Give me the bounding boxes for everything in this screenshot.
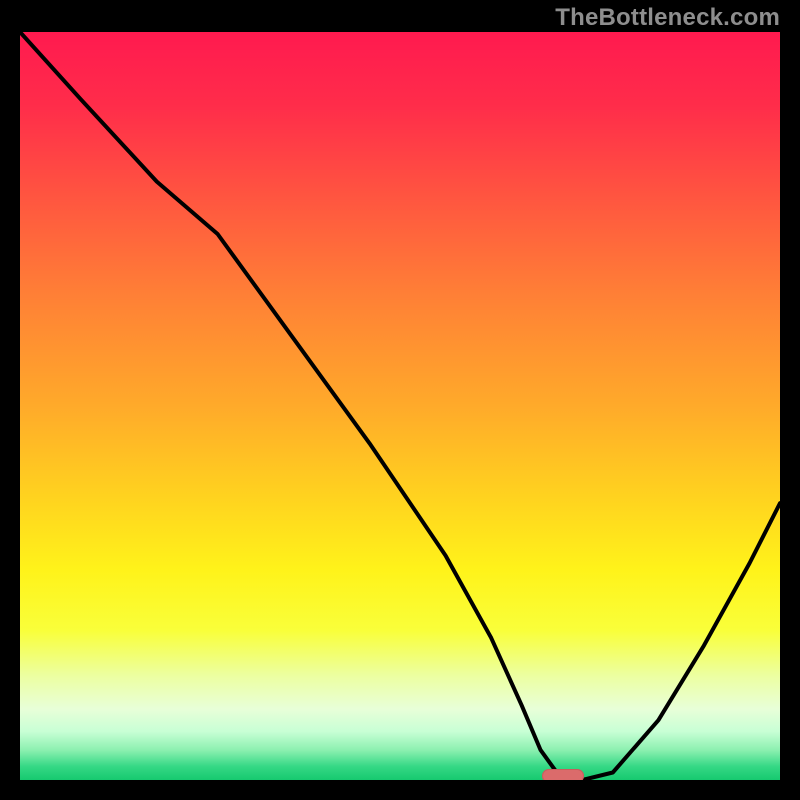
chart-frame: TheBottleneck.com	[0, 0, 800, 800]
watermark-text: TheBottleneck.com	[555, 4, 780, 32]
plot-area	[20, 32, 780, 780]
optimal-point-marker	[542, 769, 584, 781]
gradient-background	[20, 32, 780, 780]
curve-layer	[20, 32, 780, 780]
